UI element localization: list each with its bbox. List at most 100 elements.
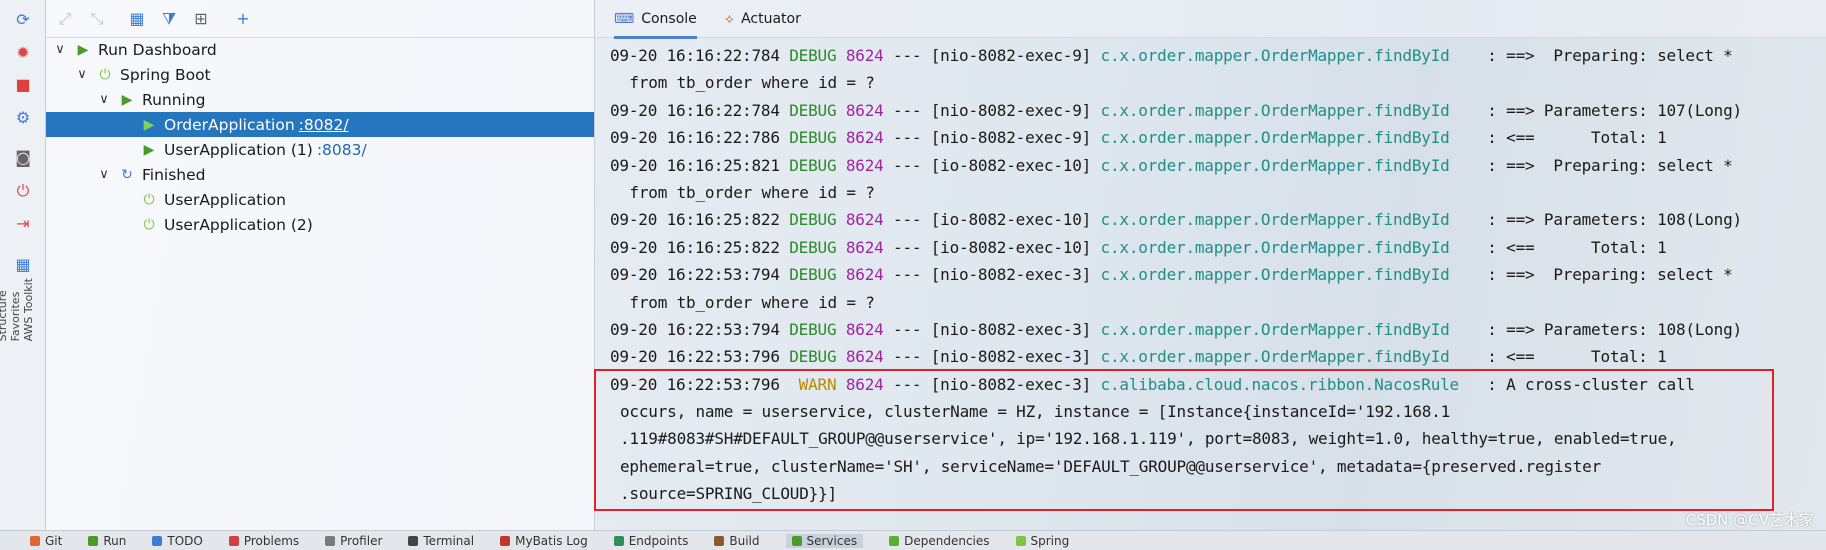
filter-icon[interactable]: ⧩ xyxy=(158,8,180,30)
problems-icon xyxy=(228,535,239,546)
chevron-down-icon[interactable]: ∨ xyxy=(74,67,90,82)
bottom-tab-spring[interactable]: Spring xyxy=(1015,533,1070,548)
bottom-tab-mybatis-log[interactable]: MyBatis Log xyxy=(500,534,588,548)
run-icon: ▶ xyxy=(77,41,89,58)
log-logger[interactable]: c.x.order.mapper.OrderMapper.findById xyxy=(1101,46,1450,65)
log-thread: --- [nio-8082-exec-3] xyxy=(883,374,1101,394)
log-message: : ==> Parameters: 108(Long) xyxy=(1449,319,1742,339)
log-thread: --- [io-8082-exec-10] xyxy=(883,237,1101,257)
aws-toolkit-label[interactable]: AWS Toolkit xyxy=(22,278,35,341)
bottom-tab-terminal[interactable]: Terminal xyxy=(408,534,474,548)
tree-node-spring-boot[interactable]: ∨ ⏻ Spring Boot xyxy=(46,62,594,87)
log-timestamp: 09-20 16:22:53:796 xyxy=(610,347,780,367)
app-port-link[interactable]: :8082/ xyxy=(299,116,349,134)
log-level: DEBUG xyxy=(789,100,837,120)
log-line: 09-20 16:16:25:822 DEBUG 8624 --- [io-80… xyxy=(610,234,1816,261)
chevron-down-icon[interactable]: ∨ xyxy=(52,42,68,57)
group-icon[interactable]: ▦ xyxy=(126,8,148,30)
app-name: UserApplication (2) xyxy=(164,215,313,234)
bottom-tab-problems[interactable]: Problems xyxy=(228,534,299,548)
tree-node-run-dashboard[interactable]: ∨ ▶ Run Dashboard xyxy=(46,37,594,62)
plug-icon[interactable]: ⏻ xyxy=(13,181,33,201)
log-logger[interactable]: c.x.order.mapper.OrderMapper.findById xyxy=(1101,320,1450,339)
log-timestamp: 09-20 16:16:22:784 xyxy=(610,100,780,120)
log-logger[interactable]: c.alibaba.cloud.nacos.ribbon.NacosRule xyxy=(1101,375,1460,394)
log-level: DEBUG xyxy=(789,210,837,230)
app-name: UserApplication xyxy=(164,190,286,209)
tab-console[interactable]: ⌨ Console xyxy=(614,0,697,39)
log-thread: --- [io-8082-exec-10] xyxy=(883,210,1101,230)
log-timestamp: 09-20 16:16:22:786 xyxy=(610,128,780,148)
tree-item-user-application[interactable]: ⏻ UserApplication xyxy=(46,187,594,212)
bottom-tab-label: Spring xyxy=(1030,533,1070,548)
log-thread: --- [nio-8082-exec-9] xyxy=(883,46,1101,65)
log-pid: 8624 xyxy=(845,265,884,285)
bottom-tab-build[interactable]: Build xyxy=(714,534,760,548)
log-message: : <== Total: 1 xyxy=(1449,128,1667,148)
log-logger[interactable]: c.x.order.mapper.OrderMapper.findById xyxy=(1101,238,1450,257)
mybatis-log-icon xyxy=(500,535,511,546)
collapse-all-icon[interactable]: ⤡ xyxy=(86,8,108,30)
bottom-tab-run[interactable]: Run xyxy=(88,534,126,548)
log-thread: --- [nio-8082-exec-3] xyxy=(883,347,1101,367)
log-line: 09-20 16:16:22:784 DEBUG 8624 --- [nio-8… xyxy=(610,42,1816,69)
finished-icon: ↻ xyxy=(121,166,133,183)
log-line: from tb_order where id = ? xyxy=(610,289,1816,316)
tree-node-running[interactable]: ∨ ▶ Running xyxy=(46,87,594,112)
log-logger[interactable]: c.x.order.mapper.OrderMapper.findById xyxy=(1101,128,1450,147)
actuator-icon: ⟡ xyxy=(724,10,735,27)
structure-label[interactable]: Structure xyxy=(0,278,9,341)
log-thread: --- [nio-8082-exec-3] xyxy=(883,265,1101,285)
run-icon: ▶ xyxy=(143,116,155,133)
run-icon: ▶ xyxy=(121,91,133,108)
console-log[interactable]: 09-20 16:16:22:784 DEBUG 8624 --- [nio-8… xyxy=(610,42,1816,508)
new-window-icon[interactable]: ⊞ xyxy=(190,8,212,30)
log-timestamp: 09-20 16:22:53:794 xyxy=(610,319,780,339)
expand-all-icon[interactable]: ⤢ xyxy=(54,8,76,30)
bug-icon[interactable]: ✹ xyxy=(13,43,33,63)
log-continuation: occurs, name = userservice, clusterName … xyxy=(620,402,1451,422)
log-pid: 8624 xyxy=(845,100,884,120)
bottom-tab-git[interactable]: Git xyxy=(30,534,62,548)
tree-item-user-application-2[interactable]: ⏻ UserApplication (2) xyxy=(46,212,594,237)
stop-icon[interactable]: ■ xyxy=(13,75,33,95)
log-logger[interactable]: c.x.order.mapper.OrderMapper.findById xyxy=(1101,101,1450,120)
bottom-tab-profiler[interactable]: Profiler xyxy=(325,534,382,548)
log-line: 09-20 16:16:22:784 DEBUG 8624 --- [nio-8… xyxy=(610,97,1816,124)
tree-node-finished[interactable]: ∨ ↻ Finished xyxy=(46,162,594,187)
refresh-icon[interactable]: ⟳ xyxy=(13,10,33,30)
add-icon[interactable]: + xyxy=(232,8,254,30)
bottom-tab-label: Dependencies xyxy=(904,533,990,548)
log-thread: --- [nio-8082-exec-9] xyxy=(883,128,1101,148)
chevron-down-icon[interactable]: ∨ xyxy=(96,167,112,182)
log-pid: 8624 xyxy=(845,210,884,230)
log-logger[interactable]: c.x.order.mapper.OrderMapper.findById xyxy=(1101,210,1450,229)
bottom-tab-label: TODO xyxy=(167,533,203,548)
bottom-tab-todo[interactable]: TODO xyxy=(152,533,203,548)
app-port-link[interactable]: :8083/ xyxy=(317,141,367,159)
log-timestamp: 09-20 16:22:53:796 xyxy=(610,374,780,394)
log-message: : A cross-cluster call xyxy=(1459,374,1695,394)
bottom-tab-dependencies[interactable]: Dependencies xyxy=(889,533,990,548)
tree-label: Running xyxy=(142,90,206,109)
dependencies-icon xyxy=(889,535,900,546)
favorites-label[interactable]: Favorites xyxy=(9,278,22,342)
endpoints-icon xyxy=(613,535,624,546)
log-continuation: from tb_order where id = ? xyxy=(620,182,875,202)
tree-item-order-application[interactable]: ▶ OrderApplication :8082/ xyxy=(46,112,594,137)
bottom-tab-endpoints[interactable]: Endpoints xyxy=(613,534,688,548)
todo-icon xyxy=(152,535,163,546)
bottom-tab-label: Run xyxy=(103,533,127,548)
bottom-tab-services[interactable]: Services xyxy=(785,533,864,548)
settings-icon[interactable]: ⚙ xyxy=(13,108,33,128)
log-logger[interactable]: c.x.order.mapper.OrderMapper.findById xyxy=(1101,156,1450,175)
tab-actuator[interactable]: ⟡ Actuator xyxy=(725,0,801,38)
log-logger[interactable]: c.x.order.mapper.OrderMapper.findById xyxy=(1101,265,1450,284)
tab-label: Actuator xyxy=(741,10,801,27)
log-logger[interactable]: c.x.order.mapper.OrderMapper.findById xyxy=(1101,347,1450,366)
log-pid: 8624 xyxy=(845,319,884,339)
camera-icon[interactable]: ◙ xyxy=(13,148,33,168)
tree-item-user-application-1[interactable]: ▶ UserApplication (1) :8083/ xyxy=(46,137,594,162)
chevron-down-icon[interactable]: ∨ xyxy=(96,92,112,107)
log-message: : ==> Parameters: 108(Long) xyxy=(1449,210,1742,230)
